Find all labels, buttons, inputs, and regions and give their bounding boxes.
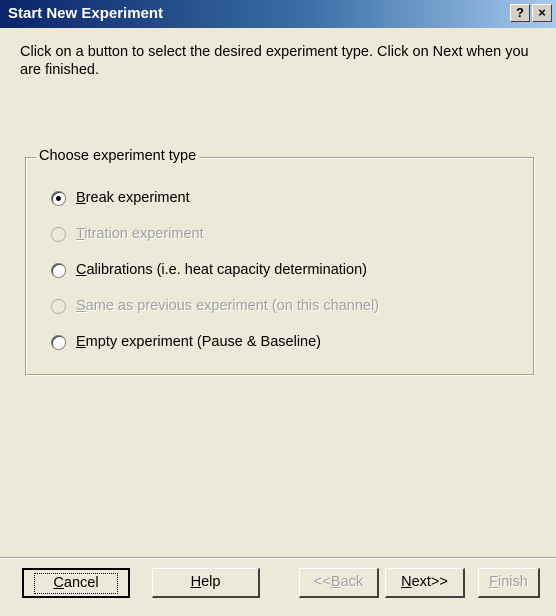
option-label: Titration experiment	[76, 226, 204, 242]
button-separator	[0, 557, 556, 559]
window-title: Start New Experiment	[8, 5, 164, 22]
radio-button-icon[interactable]	[51, 334, 66, 350]
instructions-text: Click on a button to select the desired …	[20, 44, 529, 78]
group-title: Choose experiment type	[36, 148, 200, 164]
close-button[interactable]: ×	[532, 4, 552, 22]
radio-calibrations[interactable]: Calibrations (i.e. heat capacity determi…	[51, 259, 367, 281]
option-label: Same as previous experiment (on this cha…	[76, 298, 380, 314]
title-bar: Start New Experiment ? ×	[0, 0, 556, 28]
next-button[interactable]: Next>>	[385, 568, 465, 598]
option-label: Calibrations (i.e. heat capacity determi…	[76, 262, 367, 278]
radio-same-as-previous: Same as previous experiment (on this cha…	[51, 295, 379, 317]
experiment-type-group: Choose experiment type Break experiment …	[25, 148, 534, 375]
option-label: Empty experiment (Pause & Baseline)	[76, 334, 321, 350]
option-label: Break experiment	[76, 190, 190, 206]
cancel-button[interactable]: Cancel	[22, 568, 130, 598]
radio-button-icon	[51, 226, 66, 242]
radio-button-icon	[51, 298, 66, 314]
radio-empty-experiment[interactable]: Empty experiment (Pause & Baseline)	[51, 331, 321, 353]
back-button: <<Back	[299, 568, 379, 598]
radio-break-experiment[interactable]: Break experiment	[51, 187, 190, 209]
radio-button-icon[interactable]	[51, 262, 66, 278]
help-button[interactable]: Help	[152, 568, 260, 598]
finish-button: Finish	[478, 568, 540, 598]
radio-titration-experiment: Titration experiment	[51, 223, 204, 245]
radio-button-icon[interactable]	[51, 190, 66, 206]
help-title-button[interactable]: ?	[510, 4, 530, 22]
